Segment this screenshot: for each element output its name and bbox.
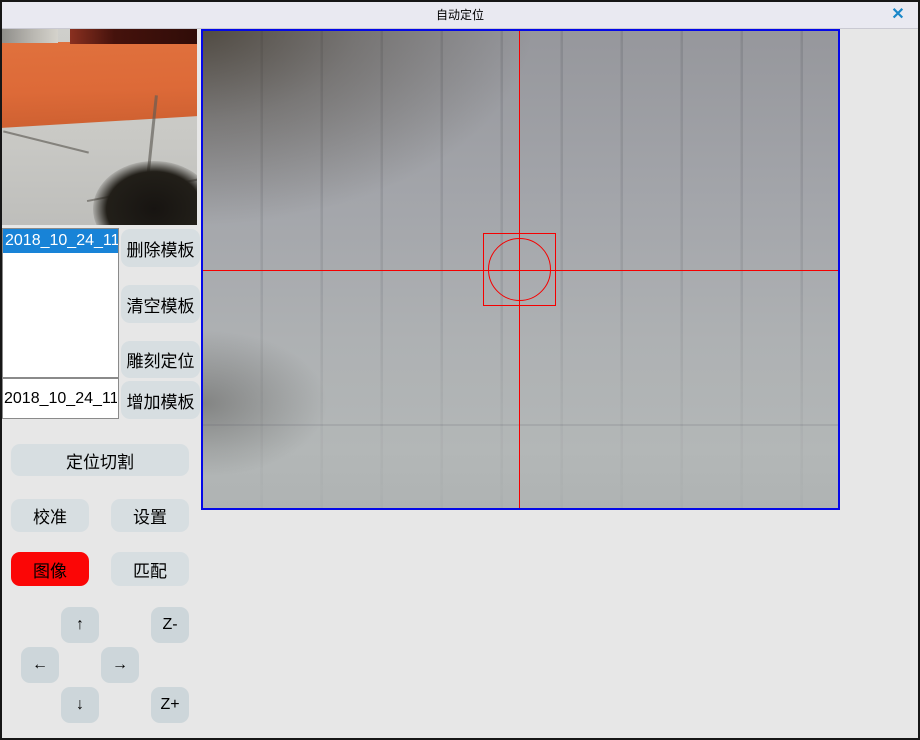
- thumbnail-orange-beam: [2, 42, 197, 128]
- camera-faint-horizontal-line: [203, 424, 838, 426]
- jog-right-button[interactable]: →: [101, 647, 139, 683]
- template-list[interactable]: 2018_10_24_11: [2, 228, 119, 378]
- close-icon[interactable]: ✕: [888, 5, 908, 25]
- clear-templates-button[interactable]: 清空模板: [121, 285, 200, 323]
- calibrate-button[interactable]: 校准: [11, 499, 89, 532]
- dialog-title: 自动定位: [2, 2, 918, 28]
- jog-up-button[interactable]: ↑: [61, 607, 99, 643]
- settings-button[interactable]: 设置: [111, 499, 189, 532]
- thumbnail-dark-bar: [70, 29, 197, 44]
- delete-template-button[interactable]: 删除模板: [121, 229, 200, 267]
- add-template-button[interactable]: 增加模板: [121, 381, 200, 419]
- position-cut-button[interactable]: 定位切割: [11, 444, 189, 476]
- jog-down-button[interactable]: ↓: [61, 687, 99, 723]
- engrave-position-button[interactable]: 雕刻定位: [121, 341, 200, 378]
- jog-left-button[interactable]: ←: [21, 647, 59, 683]
- list-item[interactable]: 2018_10_24_11: [3, 229, 118, 253]
- camera-view: [201, 29, 840, 510]
- titlebar: 自动定位 ✕: [2, 2, 918, 29]
- match-button[interactable]: 匹配: [111, 552, 189, 586]
- thumbnail-dark-object: [93, 161, 197, 225]
- template-thumbnail: [2, 29, 197, 225]
- roi-circle: [488, 238, 551, 301]
- thumbnail-tile-line: [3, 130, 89, 153]
- thumbnail-gray-patch: [2, 29, 58, 43]
- auto-position-dialog: 自动定位 ✕ 2018_10_24_11 删除模板 清空模板 雕刻定位 增加模板…: [0, 0, 920, 740]
- image-button-active[interactable]: 图像: [11, 552, 89, 586]
- jog-z-minus-button[interactable]: Z-: [151, 607, 189, 643]
- template-name-input[interactable]: [2, 378, 119, 419]
- jog-z-plus-button[interactable]: Z+: [151, 687, 189, 723]
